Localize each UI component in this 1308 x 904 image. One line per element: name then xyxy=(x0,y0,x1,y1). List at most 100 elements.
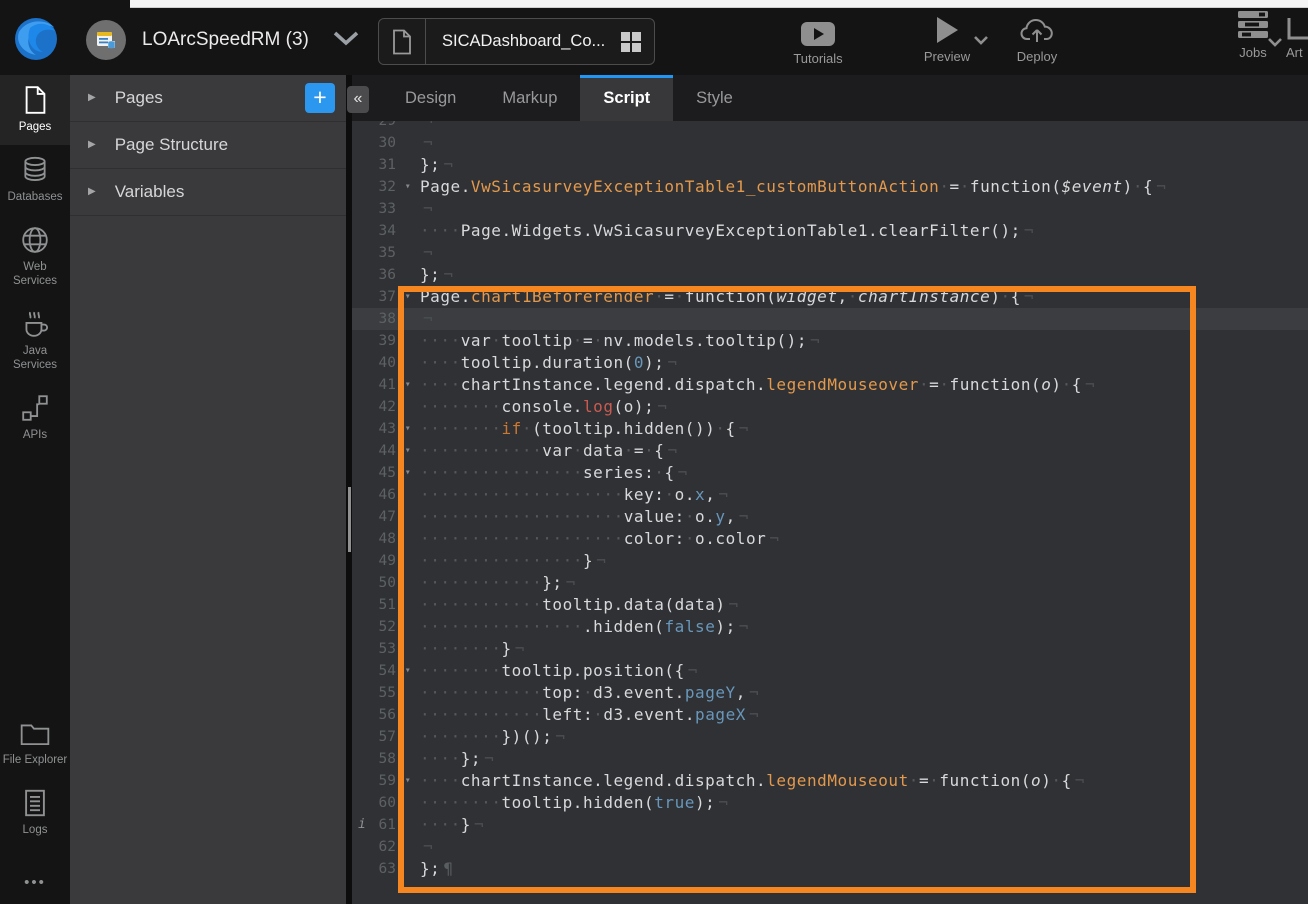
open-page-tab[interactable]: SICADashboard_Co... xyxy=(378,18,655,65)
sidebar-item-web-services[interactable]: Web Services xyxy=(0,215,70,299)
code-text[interactable]: ················.hidden(false);¬ xyxy=(420,616,1308,638)
jobs-chevron-down-icon[interactable] xyxy=(1266,35,1284,53)
fold-gutter xyxy=(396,726,420,748)
script-editor[interactable]: 29¬30¬31};¬32▾Page.VwSicasurveyException… xyxy=(352,121,1308,904)
collapse-panel-button[interactable]: « xyxy=(347,86,369,113)
tab-style[interactable]: Style xyxy=(673,75,756,121)
line-number: 61i xyxy=(352,814,396,836)
code-text[interactable]: ········console.log(o);¬ xyxy=(420,396,1308,418)
fold-arrow-icon[interactable]: ▾ xyxy=(396,440,420,462)
fold-arrow-icon[interactable]: ▾ xyxy=(396,770,420,792)
collapsed-triangle-icon[interactable]: ▶ xyxy=(88,92,96,103)
panel-section-label: Page Structure xyxy=(115,135,228,155)
code-text[interactable]: ····················color:·o.color¬ xyxy=(420,528,1308,550)
code-text[interactable]: ····················value:·o.y,¬ xyxy=(420,506,1308,528)
code-text[interactable]: ¬ xyxy=(420,198,1308,220)
code-text[interactable]: };¬ xyxy=(420,264,1308,286)
sidebar-top-items: PagesDatabasesWeb ServicesJava Services A… xyxy=(0,75,70,453)
code-text[interactable]: ····················key:·o.x,¬ xyxy=(420,484,1308,506)
code-text[interactable]: ············tooltip.data(data)¬ xyxy=(420,594,1308,616)
code-text[interactable]: ····}¬ xyxy=(420,814,1308,836)
tab-markup[interactable]: Markup xyxy=(479,75,580,121)
deploy-button[interactable]: Deploy xyxy=(1005,13,1069,64)
code-text[interactable]: ····tooltip.duration(0);¬ xyxy=(420,352,1308,374)
page-icon xyxy=(0,85,70,115)
code-text[interactable]: ¬ xyxy=(420,121,1308,132)
sidebar-item-pages[interactable]: Pages xyxy=(0,75,70,145)
collapsed-triangle-icon[interactable]: ▶ xyxy=(88,186,96,197)
code-line-36: 36};¬ xyxy=(352,264,1308,286)
sidebar-item-logs[interactable]: Logs xyxy=(0,778,70,848)
line-number: 56 xyxy=(352,704,396,726)
code-text[interactable]: ¬ xyxy=(420,836,1308,858)
line-number: 39 xyxy=(352,330,396,352)
line-number: 43 xyxy=(352,418,396,440)
fold-gutter xyxy=(396,858,420,880)
code-text[interactable]: ········}¬ xyxy=(420,638,1308,660)
tab-design[interactable]: Design xyxy=(382,75,479,121)
code-text[interactable]: ····};¬ xyxy=(420,748,1308,770)
code-line-58: 58····};¬ xyxy=(352,748,1308,770)
fold-arrow-icon[interactable]: ▾ xyxy=(396,286,420,308)
code-text[interactable]: Page.VwSicasurveyExceptionTable1_customB… xyxy=(420,176,1308,198)
sidebar-item-apis[interactable]: APIs xyxy=(0,383,70,453)
line-number: 35 xyxy=(352,242,396,264)
code-text[interactable]: ············left:·d3.event.pageX¬ xyxy=(420,704,1308,726)
code-text[interactable]: ················}¬ xyxy=(420,550,1308,572)
collapsed-triangle-icon[interactable]: ▶ xyxy=(88,139,96,150)
fold-arrow-icon[interactable]: ▾ xyxy=(396,660,420,682)
line-number: 41 xyxy=(352,374,396,396)
fold-gutter xyxy=(396,550,420,572)
code-text[interactable]: ········tooltip.hidden(true);¬ xyxy=(420,792,1308,814)
chevron-down-icon[interactable] xyxy=(331,29,361,52)
fold-arrow-icon[interactable]: ▾ xyxy=(396,374,420,396)
fold-gutter xyxy=(396,704,420,726)
artifacts-button-partial[interactable]: Art xyxy=(1286,9,1308,60)
code-text[interactable]: ¬ xyxy=(420,242,1308,264)
code-text[interactable]: ····chartInstance.legend.dispatch.legend… xyxy=(420,374,1308,396)
tutorials-button[interactable]: Tutorials xyxy=(788,15,848,66)
fold-gutter xyxy=(396,132,420,154)
scrollbar-thumb[interactable] xyxy=(348,487,351,552)
code-text[interactable]: ········})();¬ xyxy=(420,726,1308,748)
sidebar-item-databases[interactable]: Databases xyxy=(0,145,70,215)
grid-icon[interactable] xyxy=(621,32,641,52)
sidebar-item-file-explorer[interactable]: File Explorer xyxy=(0,710,70,778)
preview-chevron-down-icon[interactable] xyxy=(972,33,990,51)
deploy-label: Deploy xyxy=(1017,49,1057,64)
fold-arrow-icon[interactable]: ▾ xyxy=(396,462,420,484)
code-line-54: 54▾········tooltip.position({¬ xyxy=(352,660,1308,682)
code-text[interactable]: ¬ xyxy=(420,308,1308,330)
code-text[interactable]: ¬ xyxy=(420,132,1308,154)
code-text[interactable]: ············top:·d3.event.pageY,¬ xyxy=(420,682,1308,704)
code-text[interactable]: };¬ xyxy=(420,154,1308,176)
code-text[interactable]: Page.chart1Beforerender·=·function(widge… xyxy=(420,286,1308,308)
code-text[interactable]: ················series:·{¬ xyxy=(420,462,1308,484)
panel-section-pages[interactable]: ▶Pages+ xyxy=(70,75,346,122)
line-number: 38 xyxy=(352,308,396,330)
code-text[interactable]: ············var·data·=·{¬ xyxy=(420,440,1308,462)
code-line-63: 63};¶ xyxy=(352,858,1308,880)
fold-gutter xyxy=(396,638,420,660)
add-page-button[interactable]: + xyxy=(305,83,335,113)
code-text[interactable]: ········if·(tooltip.hidden())·{¬ xyxy=(420,418,1308,440)
project-selector[interactable]: LOArcSpeedRM (3) xyxy=(86,20,361,60)
code-text[interactable]: ········tooltip.position({¬ xyxy=(420,660,1308,682)
code-text[interactable]: ····chartInstance.legend.dispatch.legend… xyxy=(420,770,1308,792)
sidebar-item-label: APIs xyxy=(0,428,70,442)
more-menu-button[interactable]: ••• xyxy=(0,874,70,891)
code-text[interactable]: ····Page.Widgets.VwSicasurveyExceptionTa… xyxy=(420,220,1308,242)
fold-arrow-icon[interactable]: ▾ xyxy=(396,418,420,440)
fold-arrow-icon[interactable]: ▾ xyxy=(396,176,420,198)
panel-section-variables[interactable]: ▶Variables xyxy=(70,169,346,216)
code-line-31: 31};¬ xyxy=(352,154,1308,176)
tab-script[interactable]: Script xyxy=(580,75,673,121)
wavemaker-logo-icon[interactable] xyxy=(10,12,62,64)
info-marker-icon[interactable]: i xyxy=(358,814,366,836)
sidebar-item-java-services[interactable]: Java Services xyxy=(0,299,70,383)
panel-section-page-structure[interactable]: ▶ Page Structure xyxy=(70,122,346,169)
fold-gutter xyxy=(396,748,420,770)
code-text[interactable]: };¶ xyxy=(420,858,1308,880)
code-text[interactable]: ····var·tooltip·=·nv.models.tooltip();¬ xyxy=(420,330,1308,352)
code-text[interactable]: ············};¬ xyxy=(420,572,1308,594)
